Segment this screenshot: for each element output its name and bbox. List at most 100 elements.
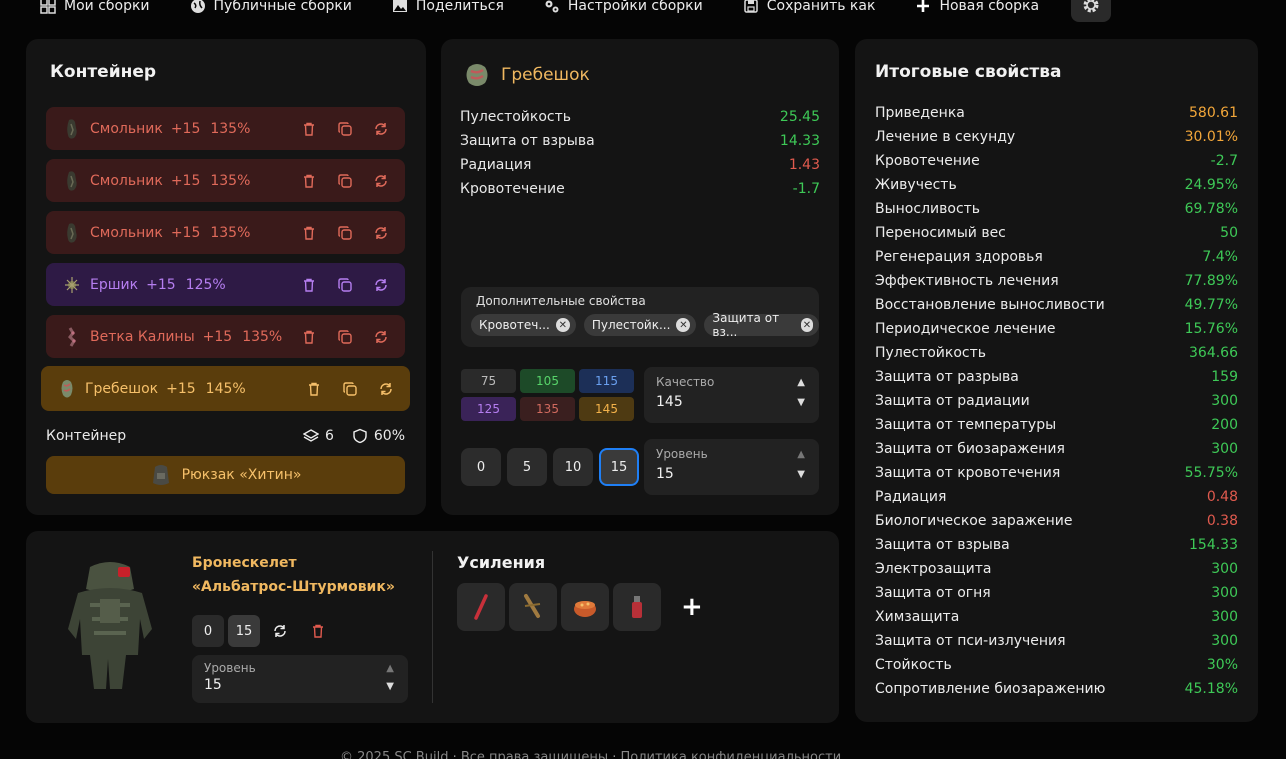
boost-slot[interactable] [457,583,505,631]
quality-preset-button[interactable]: 75 [461,369,516,393]
nav-public-builds[interactable]: Публичные сборки [190,0,352,14]
nav-build-settings[interactable]: Настройки сборки [544,0,703,14]
trash-icon[interactable] [301,173,317,189]
copy-icon[interactable] [337,225,353,241]
summary-title: Итоговые свойства [875,62,1062,82]
swap-icon[interactable] [373,121,389,137]
shield-icon [353,428,367,444]
swap-icon[interactable] [272,623,288,639]
stat-row: Защита от взрыва 14.33 [460,129,820,153]
armor-level-stepper[interactable]: Уровень 15 ▲ ▼ [192,655,408,703]
backpack-label: Рюкзак «Хитин» [181,467,302,483]
stat-value: 25.45 [779,109,820,125]
summary-label: Приведенка [875,105,965,121]
copy-icon[interactable] [337,121,353,137]
nav-save-as[interactable]: Сохранить как [743,0,875,14]
armor-level-15-button[interactable]: 15 [228,615,260,647]
boost-slot[interactable] [509,583,557,631]
copy-icon[interactable] [337,329,353,345]
trash-icon[interactable] [301,121,317,137]
chevron-down-icon[interactable]: ▼ [797,397,805,408]
artifact-row[interactable]: Смольник +15 135% [46,107,405,150]
level-preset-button-active[interactable]: 15 [599,448,639,486]
summary-row: Эффективность лечения 77.89% [875,269,1238,293]
chevron-down-icon[interactable]: ▼ [797,469,805,480]
syringe-red-icon [474,594,488,620]
summary-value: 154.33 [1189,537,1238,553]
summary-label: Эффективность лечения [875,273,1059,289]
remove-chip-icon[interactable]: ✕ [800,318,813,332]
summary-label: Живучесть [875,177,957,193]
summary-row: Регенерация здоровья 7.4% [875,245,1238,269]
property-chip[interactable]: Защита от вз... ✕ [704,311,819,339]
nav-label: Поделиться [415,0,504,14]
artifact-row-selected[interactable]: Гребешок +15 145% [41,366,410,411]
summary-row: Стойкость 30% [875,653,1238,677]
swap-icon[interactable] [378,381,394,397]
extra-properties-field[interactable]: Дополнительные свойства Кровотеч... ✕ Пул… [461,287,819,347]
chevron-up-icon[interactable]: ▲ [797,377,805,388]
swap-icon[interactable] [373,329,389,345]
remove-chip-icon[interactable]: ✕ [555,318,570,332]
artifact-level: +15 [170,172,201,189]
extra-properties-label: Дополнительные свойства [476,294,646,308]
quality-preset-button[interactable]: 115 [579,369,634,393]
summary-row: Переносимый вес 50 [875,221,1238,245]
backpack-button[interactable]: Рюкзак «Хитин» [46,456,405,494]
trash-icon[interactable] [306,381,322,397]
chevron-up-icon[interactable]: ▲ [797,449,805,460]
copy-icon[interactable] [337,277,353,293]
chevron-up-icon[interactable]: ▲ [386,663,394,674]
add-boost-button[interactable]: + [681,592,703,622]
swap-icon[interactable] [373,277,389,293]
summary-value: 580.61 [1189,105,1238,121]
artifact-quality: 145% [205,380,246,397]
settings-button[interactable] [1071,0,1111,22]
property-chip[interactable]: Кровотеч... ✕ [471,314,576,336]
stat-label: Пулестойкость [460,109,572,125]
level-preset-button[interactable]: 10 [553,448,593,486]
summary-value: 0.38 [1206,513,1238,529]
artifact-row[interactable]: Смольник +15 135% [46,159,405,202]
armor-level-0-button[interactable]: 0 [192,615,224,647]
trash-icon[interactable] [301,225,317,241]
nav-share[interactable]: Поделиться [392,0,504,14]
level-preset-button[interactable]: 5 [507,448,547,486]
chevron-down-icon[interactable]: ▼ [386,681,394,692]
layers-icon [302,429,319,442]
swap-icon[interactable] [373,173,389,189]
quality-preset-button[interactable]: 135 [520,397,575,421]
boost-slot[interactable] [561,583,609,631]
level-preset-button[interactable]: 0 [461,448,501,486]
copy-icon[interactable] [337,173,353,189]
summary-value: 77.89% [1184,273,1238,289]
swap-icon[interactable] [373,225,389,241]
summary-row: Живучесть 24.95% [875,173,1238,197]
trash-icon[interactable] [301,277,317,293]
level-stepper[interactable]: Уровень 15 ▲ ▼ [644,439,819,495]
artifact-row[interactable]: Ершик +15 125% [46,263,405,306]
quality-stepper[interactable]: Качество 145 ▲ ▼ [644,367,819,423]
stat-label: Радиация [460,157,532,173]
armor-panel: Бронескелет «Альбатрос-Штурмовик» 0 15 У… [26,531,839,723]
artifact-smolnik-icon [67,170,77,191]
nav-my-builds[interactable]: Мои сборки [40,0,150,14]
trash-icon[interactable] [310,623,326,639]
quality-preset-grid: 75 105 115 125 135 145 [461,369,634,421]
boost-slot[interactable] [613,583,661,631]
trash-icon[interactable] [301,329,317,345]
artifact-row[interactable]: Смольник +15 135% [46,211,405,254]
quality-preset-button[interactable]: 145 [579,397,634,421]
artifact-row[interactable]: Ветка Калины +15 135% [46,315,405,358]
property-chip[interactable]: Пулестойк... ✕ [583,314,697,336]
chip-label: Кровотеч... [479,318,550,332]
remove-chip-icon[interactable]: ✕ [676,318,691,332]
container-slots: 6 [324,428,334,444]
copy-icon[interactable] [342,381,358,397]
quality-preset-button[interactable]: 105 [520,369,575,393]
quality-preset-button[interactable]: 125 [461,397,516,421]
armor-level-label: Уровень [204,661,256,675]
nav-new-build[interactable]: Новая сборка [915,0,1039,14]
boosts-title: Усиления [457,553,546,572]
stat-value: -1.7 [792,181,820,197]
